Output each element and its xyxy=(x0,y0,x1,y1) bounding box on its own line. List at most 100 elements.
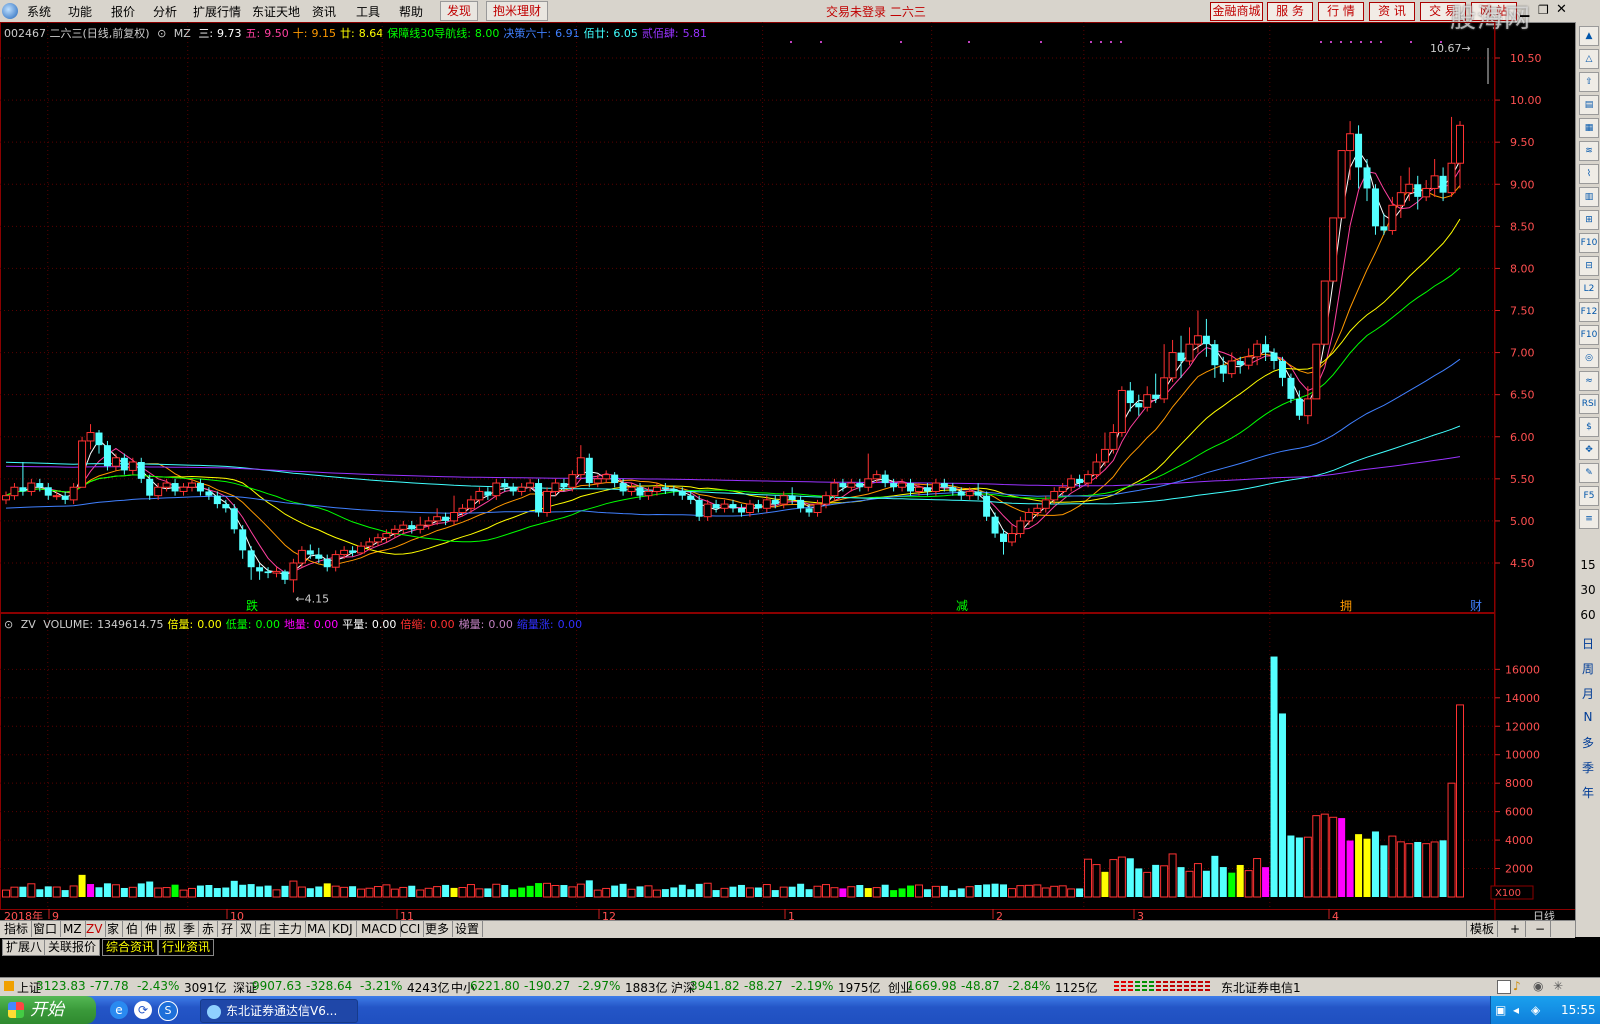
toolbar-icon[interactable]: ◎ xyxy=(1579,348,1599,368)
dropdown-icon[interactable]: ⊙ xyxy=(4,618,13,631)
remove-tab-button[interactable]: − xyxy=(1530,921,1551,937)
toolbar-icon[interactable]: $ xyxy=(1579,417,1599,437)
indicator-tab[interactable]: 仲 xyxy=(142,921,162,937)
indicator-tab[interactable]: 庄 xyxy=(256,921,276,937)
toolbar-icon[interactable]: ⊟ xyxy=(1579,256,1599,276)
network-icon[interactable]: ▣ xyxy=(1495,1003,1506,1017)
sogou-icon[interactable]: S xyxy=(158,1001,178,1021)
start-button[interactable]: 开始 xyxy=(0,996,96,1024)
indicator-tab[interactable]: MA xyxy=(304,921,330,937)
candle-body xyxy=(315,554,323,559)
period-button[interactable]: 月 xyxy=(1576,685,1600,702)
period-button[interactable]: 日 xyxy=(1576,635,1600,652)
period-button[interactable]: 季 xyxy=(1576,759,1600,776)
candle-body xyxy=(256,567,264,572)
toolbar-icon[interactable]: ✎ xyxy=(1579,463,1599,483)
kline-chart[interactable]: 10.50 10.00 9.50 9.00 8.50 8.00 7.50 7.00 6.50 6.… xyxy=(0,22,1575,937)
add-tab-button[interactable]: + xyxy=(1505,921,1526,937)
toolbar-icon[interactable]: △ xyxy=(1579,49,1599,69)
menu-dongzheng[interactable]: 东证天地 xyxy=(252,3,300,20)
toolbar-icon[interactable]: ▦ xyxy=(1579,118,1599,138)
indicator-tab[interactable]: 主力 xyxy=(275,921,307,937)
service-button[interactable]: 服 务 xyxy=(1267,2,1313,21)
indicator-tab[interactable]: 孖 xyxy=(218,921,238,937)
indicator-tab[interactable]: MZ xyxy=(60,921,86,937)
indicator-tab[interactable]: 赤 xyxy=(199,921,219,937)
indicator-tab[interactable]: 窗口 xyxy=(30,921,62,937)
discover-button[interactable]: 发现 xyxy=(440,1,479,21)
indicator-tab[interactable]: 季 xyxy=(180,921,200,937)
indicator-tab[interactable]: CCI xyxy=(397,921,425,937)
menu-help[interactable]: 帮助 xyxy=(399,3,423,20)
input-icon[interactable]: ◈ xyxy=(1531,1003,1540,1017)
menu-quote[interactable]: 报价 xyxy=(111,3,135,20)
strength-cell xyxy=(1135,989,1140,991)
period-button[interactable]: 多 xyxy=(1576,734,1600,751)
template-tab[interactable]: 模板 xyxy=(1466,921,1499,937)
restore-icon[interactable]: ❐ xyxy=(1538,3,1549,17)
toolbar-icon[interactable]: ≋ xyxy=(1579,141,1599,161)
ie-icon[interactable]: e xyxy=(110,1001,128,1019)
volume-bar xyxy=(365,887,374,898)
menu-analysis[interactable]: 分析 xyxy=(153,3,177,20)
signal-dot xyxy=(1090,41,1092,43)
indicator-tab[interactable]: ZV xyxy=(83,921,107,937)
info-tab[interactable]: 关联报价 xyxy=(44,939,101,956)
toolbar-icon[interactable]: F5 xyxy=(1579,486,1599,506)
indicator-tab[interactable]: 叔 xyxy=(161,921,181,937)
period-button[interactable]: N xyxy=(1576,710,1600,724)
volume-icon[interactable]: ◂ xyxy=(1513,1003,1519,1017)
toolbar-icon[interactable]: ▥ xyxy=(1579,187,1599,207)
speaker-icon[interactable]: ◉ xyxy=(1533,979,1543,993)
toolbar-icon[interactable]: ≈ xyxy=(1579,371,1599,391)
toolbar-icon[interactable]: ≡ xyxy=(1579,509,1599,529)
checkbox-icon[interactable] xyxy=(1497,980,1511,994)
toolbar-icon[interactable]: ⇧ xyxy=(1579,72,1599,92)
wealth-button[interactable]: 抱米理财 xyxy=(486,1,549,21)
indicator-tab[interactable]: 家 xyxy=(104,921,124,937)
info-tab[interactable]: 扩展八 xyxy=(2,939,47,956)
toolbar-icon[interactable]: F10 xyxy=(1579,233,1599,253)
minimize-icon[interactable]: ▁ xyxy=(1520,3,1529,17)
indicator-tab[interactable]: 伯 xyxy=(123,921,143,937)
taskbar-app-button[interactable]: 东北证券通达信V6... xyxy=(200,999,358,1023)
toolbar-icon[interactable]: ✥ xyxy=(1579,440,1599,460)
bell-icon[interactable]: ♪ xyxy=(1513,979,1521,993)
menu-system[interactable]: 系统 xyxy=(27,3,51,20)
toolbar-icon[interactable]: F10 xyxy=(1579,325,1599,345)
toolbar-icon[interactable]: RSI xyxy=(1579,394,1599,414)
menu-function[interactable]: 功能 xyxy=(68,3,92,20)
settings-icon[interactable]: ✳ xyxy=(1553,979,1563,993)
period-button[interactable]: 周 xyxy=(1576,660,1600,677)
toolbar-icon[interactable]: ▲ xyxy=(1579,26,1599,46)
explorer-icon[interactable]: ⟳ xyxy=(134,1001,152,1019)
index-amount: 1125亿 xyxy=(1055,981,1098,995)
toolbar-icon[interactable]: ▤ xyxy=(1579,95,1599,115)
info-tab[interactable]: 综合资讯 xyxy=(102,939,159,956)
indicator-tab[interactable]: 设置 xyxy=(452,921,484,937)
period-button[interactable]: 30 xyxy=(1576,583,1600,597)
info-tab[interactable]: 行业资讯 xyxy=(158,939,215,956)
indicator-tab[interactable]: MACD xyxy=(358,921,401,937)
indicator-tab[interactable]: 指标 xyxy=(1,921,33,937)
indicator-tab[interactable]: 更多 xyxy=(422,921,454,937)
toolbar-icon[interactable]: F12 xyxy=(1579,302,1599,322)
market-button[interactable]: 行 情 xyxy=(1318,2,1364,21)
close-icon[interactable]: ✕ xyxy=(1556,2,1567,17)
period-button[interactable]: 60 xyxy=(1576,608,1600,622)
period-button[interactable]: 年 xyxy=(1576,784,1600,801)
menu-news[interactable]: 资讯 xyxy=(312,3,336,20)
candle-body xyxy=(1016,520,1025,535)
volume-bar xyxy=(847,886,856,898)
candle-body xyxy=(501,483,509,488)
indicator-tab[interactable]: KDJ xyxy=(329,921,357,937)
news-button[interactable]: 资 讯 xyxy=(1369,2,1415,21)
indicator-tab[interactable]: 双 xyxy=(237,921,257,937)
menu-tools[interactable]: 工具 xyxy=(356,3,380,20)
toolbar-icon[interactable]: ⌇ xyxy=(1579,164,1599,184)
period-button[interactable]: 15 xyxy=(1576,558,1600,572)
toolbar-icon[interactable]: L2 xyxy=(1579,279,1599,299)
mall-button[interactable]: 金融商城 xyxy=(1210,2,1263,21)
menu-extended-market[interactable]: 扩展行情 xyxy=(193,3,241,20)
toolbar-icon[interactable]: ⊞ xyxy=(1579,210,1599,230)
